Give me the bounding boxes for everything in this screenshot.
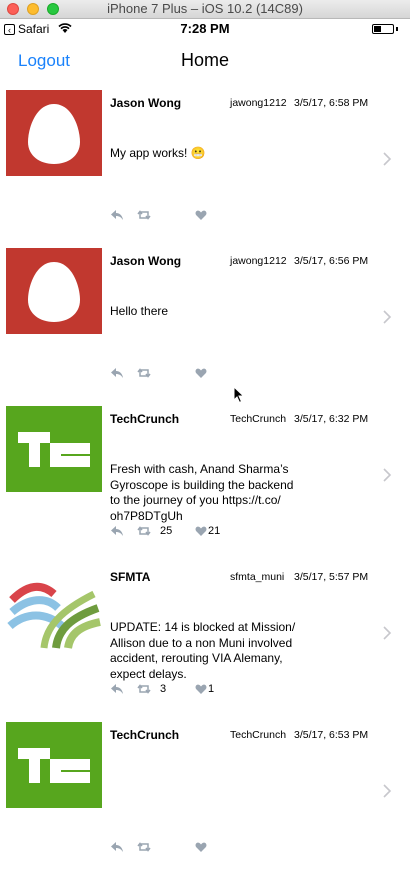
retweet-count: 25 <box>160 525 173 537</box>
tweet-text: Hello there <box>110 304 169 318</box>
tweet-timestamp: 3/5/17, 6:53 PM <box>294 729 369 741</box>
mouse-cursor-icon <box>233 386 245 404</box>
chevron-right-icon[interactable] <box>382 626 392 640</box>
reply-icon[interactable] <box>110 524 124 538</box>
tweet-author-handle: jawong1212 <box>230 255 287 267</box>
retweet-icon[interactable] <box>137 208 151 222</box>
tweet-row[interactable]: TechCrunch TechCrunch 3/5/17, 6:32 PM Fr… <box>0 406 410 564</box>
tweet-author-name: TechCrunch <box>110 412 180 426</box>
heart-icon[interactable] <box>195 682 207 696</box>
reply-icon[interactable] <box>110 366 124 380</box>
avatar[interactable] <box>6 722 102 808</box>
tweet-actions <box>110 840 310 854</box>
avatar[interactable] <box>6 90 102 176</box>
heart-icon[interactable] <box>195 840 207 854</box>
tweet-row[interactable]: Jason Wong jawong1212 3/5/17, 6:58 PM My… <box>0 90 410 248</box>
avatar[interactable] <box>6 248 102 334</box>
tweet-author-handle: TechCrunch <box>230 729 287 741</box>
battery-tip <box>396 27 398 31</box>
tweet-author-name: Jason Wong <box>110 96 182 110</box>
tweet-author-handle: sfmta_muni <box>230 571 285 583</box>
status-time: 7:28 PM <box>180 21 230 36</box>
tweet-actions <box>110 366 310 380</box>
tweet-timestamp: 3/5/17, 5:57 PM <box>294 571 369 583</box>
retweet-count: 3 <box>160 683 167 695</box>
tweet-author-name: Jason Wong <box>110 254 182 268</box>
tweet-row[interactable]: TechCrunch TechCrunch 3/5/17, 6:53 PM <box>0 722 410 880</box>
tweet-row[interactable]: SFMTA sfmta_muni 3/5/17, 5:57 PM UPDATE:… <box>0 564 410 722</box>
like-count: 1 <box>208 683 215 695</box>
tweet-text: Fresh with cash, Anand Sharma’s Gyroscop… <box>110 462 294 523</box>
heart-icon[interactable] <box>195 524 207 538</box>
tweet-actions: 25 21 <box>110 524 310 538</box>
heart-icon[interactable] <box>195 366 207 380</box>
avatar[interactable] <box>6 564 102 650</box>
reply-icon[interactable] <box>110 208 124 222</box>
chevron-right-icon[interactable] <box>382 784 392 798</box>
chevron-right-icon[interactable] <box>382 468 392 482</box>
reply-icon[interactable] <box>110 840 124 854</box>
battery-icon <box>372 24 394 34</box>
like-count: 21 <box>208 525 221 537</box>
tweet-text: UPDATE: 14 is blocked at Mission/ Alliso… <box>110 620 296 681</box>
tweet-timestamp: 3/5/17, 6:32 PM <box>294 413 369 425</box>
page-title: Home <box>180 50 229 70</box>
avatar[interactable] <box>6 406 102 492</box>
retweet-icon[interactable] <box>137 840 151 854</box>
tweet-actions: 3 1 <box>110 682 310 696</box>
chevron-right-icon[interactable] <box>382 310 392 324</box>
tweet-author-handle: TechCrunch <box>230 413 287 425</box>
status-bar: ‹ Safari 7:28 PM <box>0 19 410 39</box>
tweet-author-name: SFMTA <box>110 570 151 584</box>
retweet-icon[interactable] <box>137 524 151 538</box>
heart-icon[interactable] <box>195 208 207 222</box>
retweet-icon[interactable] <box>137 366 151 380</box>
tweet-actions <box>110 208 310 222</box>
tweet-list: Jason Wong jawong1212 3/5/17, 6:58 PM My… <box>0 90 410 880</box>
tweet-timestamp: 3/5/17, 6:58 PM <box>294 97 369 109</box>
simulator-title: iPhone 7 Plus – iOS 10.2 (14C89) <box>107 1 303 16</box>
chevron-right-icon[interactable] <box>382 152 392 166</box>
tweet-author-name: TechCrunch <box>110 728 180 742</box>
tweet-author-handle: jawong1212 <box>230 97 287 109</box>
simulator-title-bar: iPhone 7 Plus – iOS 10.2 (14C89) <box>0 0 410 19</box>
navigation-bar: Logout Home <box>0 40 410 84</box>
retweet-icon[interactable] <box>137 682 151 696</box>
tweet-text: My app works! 😬 <box>110 146 206 160</box>
reply-icon[interactable] <box>110 682 124 696</box>
tweet-row[interactable]: Jason Wong jawong1212 3/5/17, 6:56 PM He… <box>0 248 410 406</box>
tweet-timestamp: 3/5/17, 6:56 PM <box>294 255 369 267</box>
